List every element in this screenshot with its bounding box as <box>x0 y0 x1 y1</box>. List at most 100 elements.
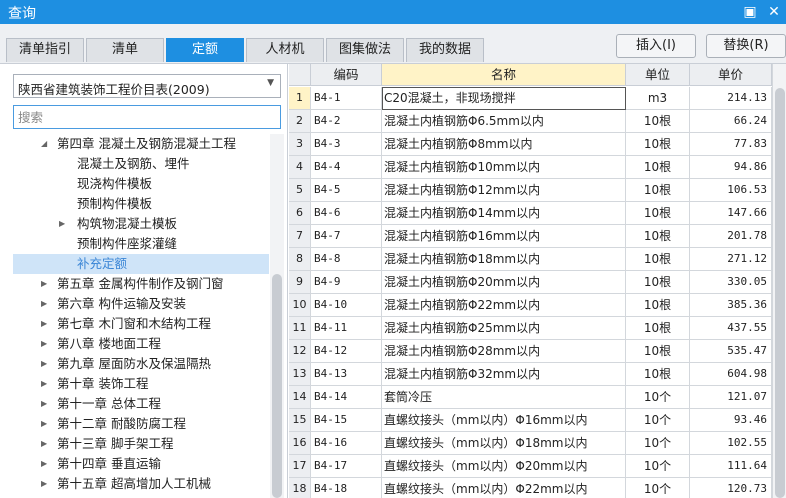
tree-node[interactable]: ▶ 构筑物混凝土模板 <box>13 214 269 234</box>
tree-node[interactable]: 预制构件座浆灌缝 <box>13 234 269 254</box>
cell-unit[interactable]: 10个 <box>626 478 690 498</box>
cell-code[interactable]: B4-4 <box>311 156 382 179</box>
cell-code[interactable]: B4-12 <box>311 340 382 363</box>
cell-name[interactable]: 混凝土内植钢筋Φ28mm以内 <box>382 340 626 363</box>
cell-name[interactable]: 直螺纹接头（mm以内）Φ22mm以内 <box>382 478 626 498</box>
tree-scrollbar[interactable] <box>270 134 284 498</box>
tree-node[interactable]: ◢ 第四章 混凝土及钢筋混凝土工程 <box>13 134 269 154</box>
cell-unit[interactable]: m3 <box>626 87 690 110</box>
expand-arrow-icon[interactable]: ▶ <box>41 394 47 414</box>
tab-list[interactable]: 清单 <box>86 38 164 62</box>
cell-name[interactable]: 混凝土内植钢筋Φ6.5mm以内 <box>382 110 626 133</box>
cell-price[interactable]: 214.13 <box>690 87 772 110</box>
cell-name[interactable]: 混凝土内植钢筋Φ25mm以内 <box>382 317 626 340</box>
cell-price[interactable]: 385.36 <box>690 294 772 317</box>
table-scrollbar[interactable] <box>772 64 786 498</box>
cell-code[interactable]: B4-17 <box>311 455 382 478</box>
cell-unit[interactable]: 10根 <box>626 271 690 294</box>
insert-button[interactable]: 插入(I) <box>616 34 696 58</box>
cell-code[interactable]: B4-11 <box>311 317 382 340</box>
collapse-arrow-icon[interactable]: ◢ <box>41 134 47 154</box>
library-select[interactable]: 陕西省建筑装饰工程价目表(2009) ▼ <box>13 74 281 98</box>
row-number[interactable]: 12 <box>289 340 311 363</box>
cell-price[interactable]: 604.98 <box>690 363 772 386</box>
expand-arrow-icon[interactable]: ▶ <box>41 414 47 434</box>
cell-price[interactable]: 77.83 <box>690 133 772 156</box>
cell-name[interactable]: 混凝土内植钢筋Φ14mm以内 <box>382 202 626 225</box>
tree-node[interactable]: ▶ 第九章 屋面防水及保温隔热 <box>13 354 269 374</box>
header-name[interactable]: 名称 <box>382 64 626 86</box>
cell-unit[interactable]: 10根 <box>626 156 690 179</box>
tree-node[interactable]: ▶ 第十三章 脚手架工程 <box>13 434 269 454</box>
cell-unit[interactable]: 10个 <box>626 455 690 478</box>
close-icon[interactable]: ✕ <box>764 2 784 22</box>
row-number[interactable]: 16 <box>289 432 311 455</box>
row-number[interactable]: 2 <box>289 110 311 133</box>
expand-arrow-icon[interactable]: ▶ <box>41 334 47 354</box>
cell-code[interactable]: B4-1 <box>311 87 382 110</box>
row-number[interactable]: 3 <box>289 133 311 156</box>
cell-price[interactable]: 147.66 <box>690 202 772 225</box>
restore-icon[interactable]: ▣ <box>740 2 760 22</box>
row-number[interactable]: 5 <box>289 179 311 202</box>
cell-unit[interactable]: 10根 <box>626 202 690 225</box>
expand-arrow-icon[interactable]: ▶ <box>59 214 65 234</box>
tree-node[interactable]: ▶ 第五章 金属构件制作及钢门窗 <box>13 274 269 294</box>
cell-unit[interactable]: 10根 <box>626 340 690 363</box>
cell-price[interactable]: 535.47 <box>690 340 772 363</box>
tree-scrollbar-thumb[interactable] <box>272 274 282 498</box>
cell-price[interactable]: 106.53 <box>690 179 772 202</box>
header-code[interactable]: 编码 <box>311 64 382 86</box>
tree-node[interactable]: ▶ 第十一章 总体工程 <box>13 394 269 414</box>
tab-labor-material-machine[interactable]: 人材机 <box>246 38 324 62</box>
tree-node[interactable]: ▶ 第十二章 耐酸防腐工程 <box>13 414 269 434</box>
expand-arrow-icon[interactable]: ▶ <box>41 474 47 494</box>
cell-unit[interactable]: 10根 <box>626 363 690 386</box>
cell-code[interactable]: B4-5 <box>311 179 382 202</box>
row-number[interactable]: 9 <box>289 271 311 294</box>
cell-code[interactable]: B4-9 <box>311 271 382 294</box>
row-number[interactable]: 6 <box>289 202 311 225</box>
cell-name[interactable]: 混凝土内植钢筋Φ32mm以内 <box>382 363 626 386</box>
tree-node[interactable]: ▶ 第六章 构件运输及安装 <box>13 294 269 314</box>
cell-unit[interactable]: 10根 <box>626 225 690 248</box>
cell-price[interactable]: 102.55 <box>690 432 772 455</box>
expand-arrow-icon[interactable]: ▶ <box>41 434 47 454</box>
row-number[interactable]: 18 <box>289 478 311 498</box>
row-number[interactable]: 15 <box>289 409 311 432</box>
cell-unit[interactable]: 10根 <box>626 294 690 317</box>
chevron-down-icon[interactable]: ▼ <box>267 78 274 88</box>
tree-node[interactable]: ▶ 第十章 装饰工程 <box>13 374 269 394</box>
row-number[interactable]: 7 <box>289 225 311 248</box>
cell-price[interactable]: 330.05 <box>690 271 772 294</box>
cell-price[interactable]: 437.55 <box>690 317 772 340</box>
row-number[interactable]: 17 <box>289 455 311 478</box>
row-number[interactable]: 13 <box>289 363 311 386</box>
row-number[interactable]: 10 <box>289 294 311 317</box>
tree-node[interactable]: ▶ 第十五章 超高增加人工机械 <box>13 474 269 494</box>
cell-name[interactable]: 混凝土内植钢筋Φ20mm以内 <box>382 271 626 294</box>
header-price[interactable]: 单价 <box>690 64 772 86</box>
cell-price[interactable]: 271.12 <box>690 248 772 271</box>
cell-name[interactable]: 套筒冷压 <box>382 386 626 409</box>
cell-price[interactable]: 93.46 <box>690 409 772 432</box>
tree-node[interactable]: ▶ 第十四章 垂直运输 <box>13 454 269 474</box>
cell-price[interactable]: 94.86 <box>690 156 772 179</box>
cell-code[interactable]: B4-10 <box>311 294 382 317</box>
tab-atlas-method[interactable]: 图集做法 <box>326 38 404 62</box>
expand-arrow-icon[interactable]: ▶ <box>41 314 47 334</box>
expand-arrow-icon[interactable]: ▶ <box>41 274 47 294</box>
cell-code[interactable]: B4-7 <box>311 225 382 248</box>
row-number[interactable]: 11 <box>289 317 311 340</box>
cell-unit[interactable]: 10根 <box>626 317 690 340</box>
cell-price[interactable]: 120.73 <box>690 478 772 498</box>
expand-arrow-icon[interactable]: ▶ <box>41 374 47 394</box>
expand-arrow-icon[interactable]: ▶ <box>41 354 47 374</box>
row-number[interactable]: 1 <box>289 87 311 110</box>
tree-node[interactable]: 补充定额 <box>13 254 269 274</box>
cell-name[interactable]: 混凝土内植钢筋Φ12mm以内 <box>382 179 626 202</box>
tree-node[interactable]: 现浇构件模板 <box>13 174 269 194</box>
tab-quota[interactable]: 定额 <box>166 38 244 62</box>
table-scrollbar-thumb[interactable] <box>775 88 785 498</box>
tree-node[interactable]: 预制构件模板 <box>13 194 269 214</box>
